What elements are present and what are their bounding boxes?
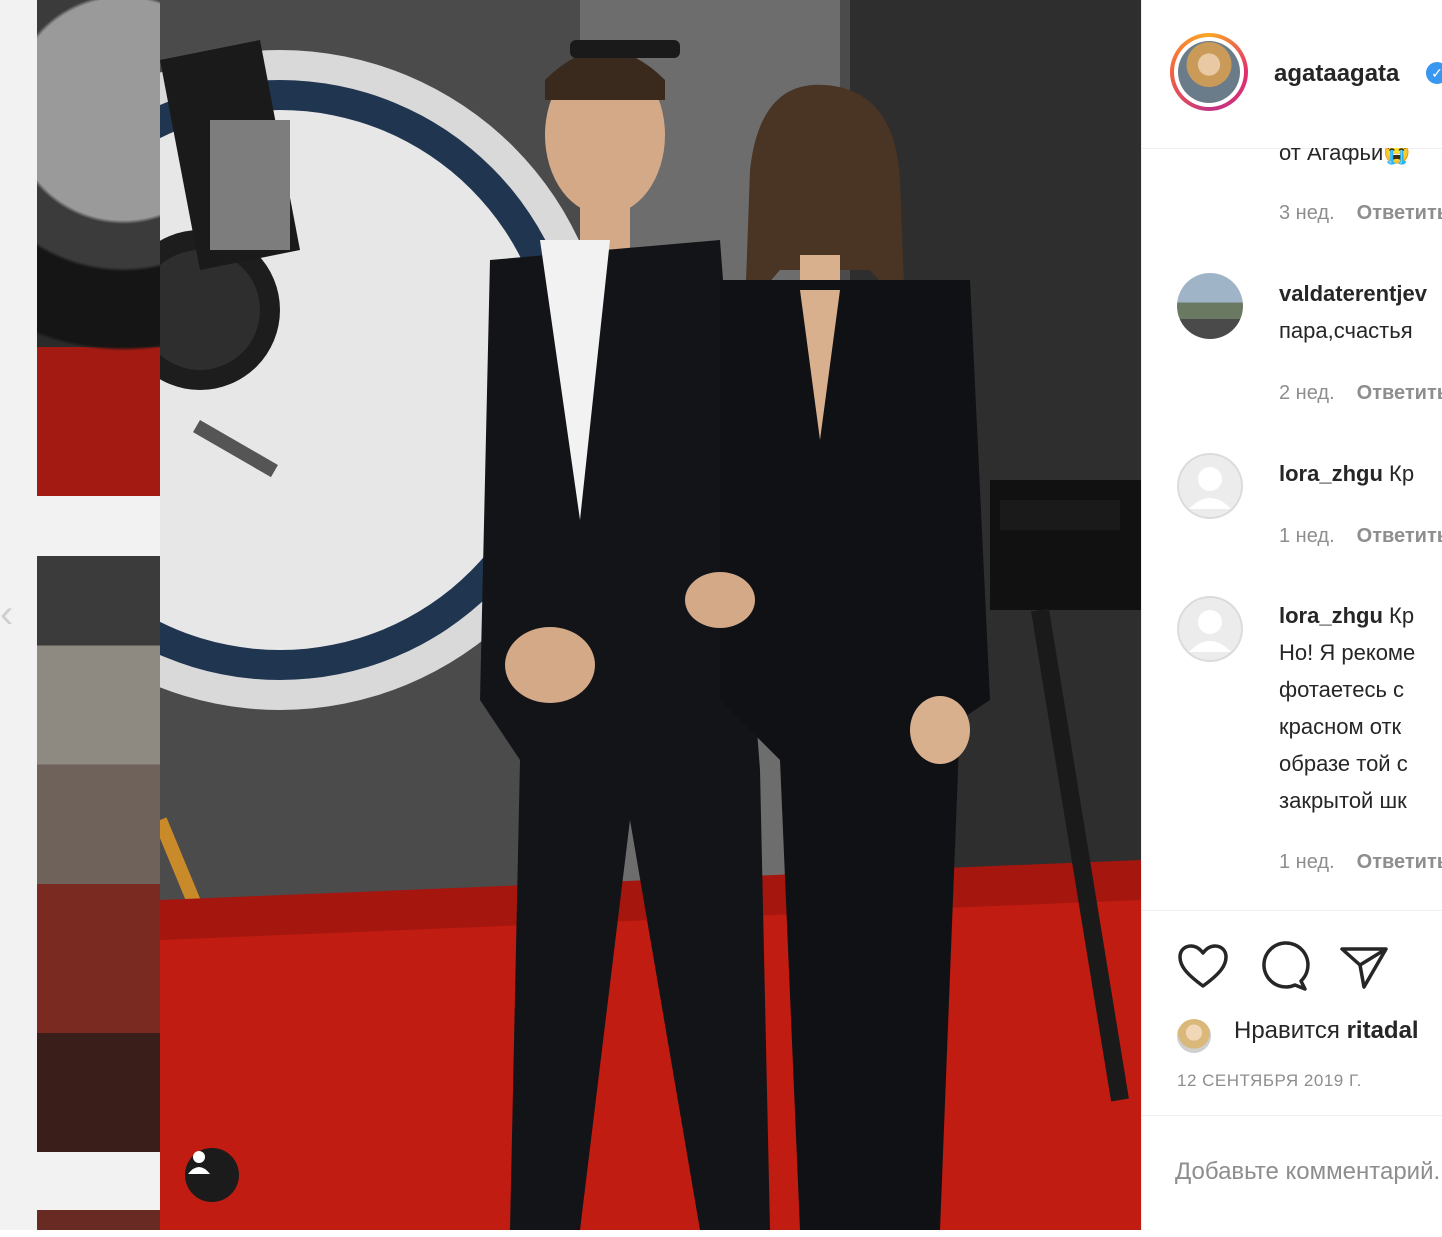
comment-bubble-icon[interactable] [1255,939,1311,995]
comment-line: lora_zhgu Кр [1279,461,1414,487]
post-photo[interactable] [160,0,1141,1230]
likes-text: Нравится ritadal [1234,1017,1419,1044]
like-heart-icon[interactable] [1175,939,1231,995]
commenter-avatar[interactable] [1177,453,1243,519]
post-actions: Нравится ritadal 12 СЕНТЯБРЯ 2019 Г. [1142,910,1442,1116]
author-avatar[interactable] [1170,33,1248,111]
comment-text: пара,счастья [1279,318,1413,343]
bottom-edge [0,1230,1442,1237]
comment-username[interactable]: lora_zhgu [1279,461,1383,486]
previous-post-chevron-icon[interactable]: ‹ [0,592,14,636]
comment-meta: 2 нед. Ответить [1279,382,1442,405]
share-send-icon[interactable] [1336,939,1392,995]
liker-avatar [1177,1019,1211,1053]
add-comment-bar [1142,1115,1442,1230]
commenter-avatar[interactable] [1177,273,1243,339]
liker-username[interactable]: ritadal [1347,1017,1419,1044]
comment-text-line: образе той с [1279,751,1408,776]
background-feed: ‹ [0,0,160,1237]
comment-username[interactable]: valdaterentjev [1279,281,1427,307]
comment-username[interactable]: lora_zhgu [1279,603,1383,628]
reply-button[interactable]: Ответить [1357,851,1442,873]
commenter-avatar[interactable] [1177,596,1243,662]
reply-button[interactable]: Ответить [1357,525,1442,547]
comment-text: Кр [1389,603,1415,628]
comment-line: lora_zhgu Кр [1279,603,1414,629]
comment-text-line: Но! Я рекоме [1279,640,1416,665]
reply-button[interactable]: Ответить [1357,382,1442,404]
comment-time: 2 нед. [1279,382,1335,404]
comment-text: Кр [1389,461,1415,486]
comment-time: 1 нед. [1279,851,1335,873]
verified-badge-icon: ✓ [1426,62,1442,84]
comment-meta: 3 нед. Ответить [1279,202,1442,225]
add-comment-input[interactable] [1175,1152,1442,1192]
author-username[interactable]: agataagata [1274,60,1399,88]
comment-text-line: закрытой шк [1279,788,1407,813]
comment-meta: 1 нед. Ответить [1279,525,1442,548]
feed-thumbnail[interactable] [37,556,160,1152]
reply-button[interactable]: Ответить [1357,202,1442,224]
comment-text-line: красном отк [1279,714,1402,739]
post-photo-illustration [160,0,1141,1230]
tagged-user-icon[interactable] [185,1148,239,1202]
feed-thumbnail[interactable] [37,0,160,496]
comments-list[interactable]: от Агафьи😭 3 нед. Ответить valdaterentjev… [1142,148,1442,910]
comment-time: 3 нед. [1279,202,1335,224]
comment-meta: 1 нед. Ответить [1279,851,1442,874]
comment-time: 1 нед. [1279,525,1335,547]
post-date[interactable]: 12 СЕНТЯБРЯ 2019 Г. [1177,1071,1362,1091]
comment-text: от Агафьи😭 [1279,148,1411,165]
post-header: agataagata ✓ [1142,0,1442,149]
post-details-panel: agataagata ✓ от Агафьи😭 3 нед. Ответить v… [1141,0,1442,1230]
comment-text-line: фотаетесь с [1279,677,1405,702]
